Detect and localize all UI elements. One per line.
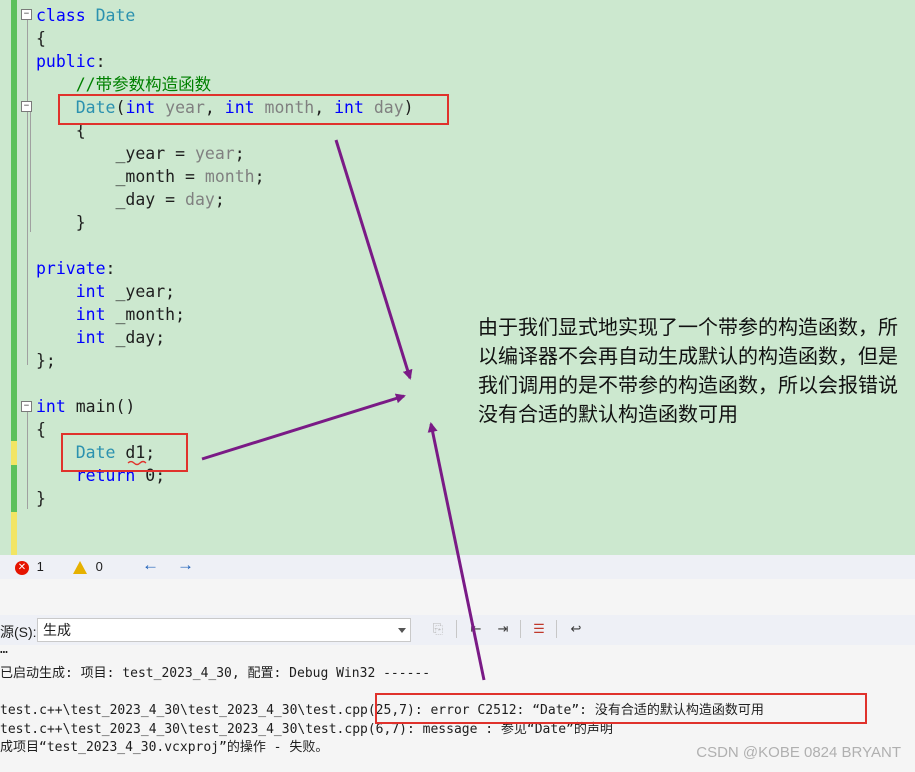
annotation-arrows: [127, 139, 486, 681]
arrow-from-constructor: [334, 139, 413, 380]
error-squiggle: [127, 460, 147, 466]
arrow-from-declaration: [201, 393, 406, 461]
arrow-from-error-message: [427, 422, 486, 681]
